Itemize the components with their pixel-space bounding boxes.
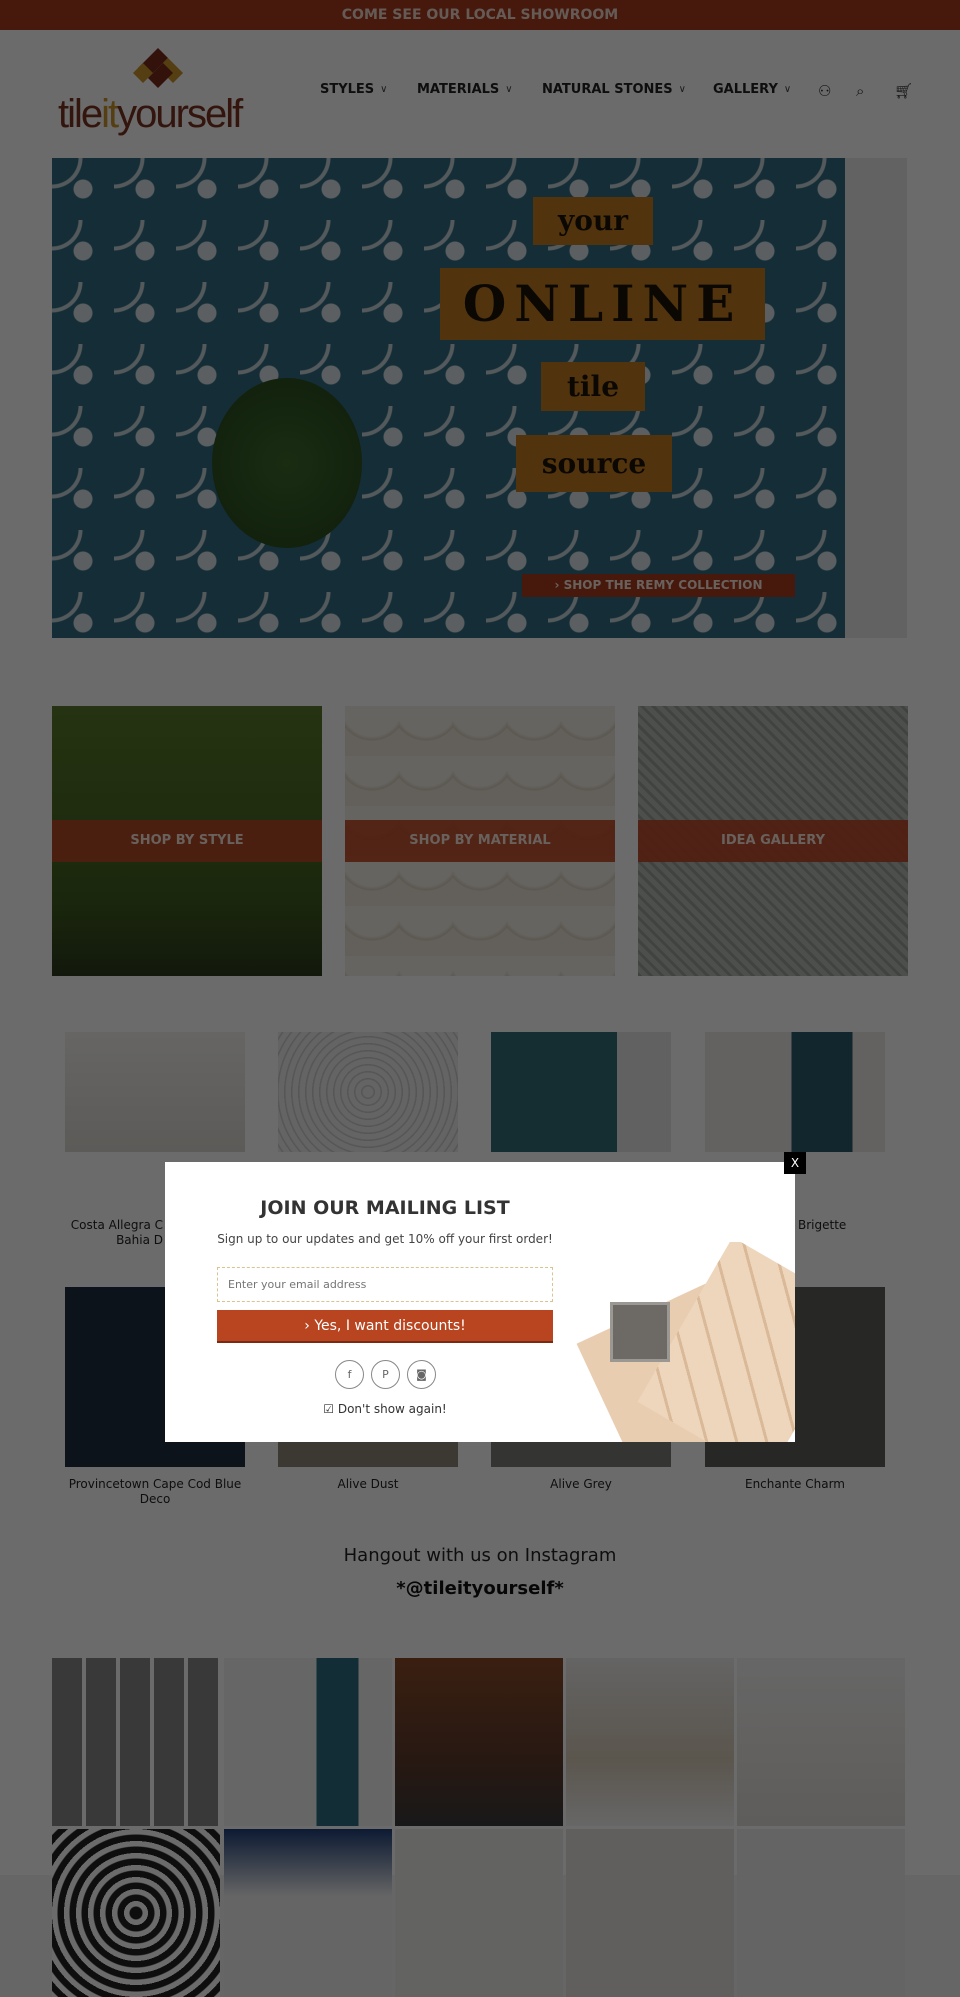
tile-label: IDEA GALLERY [638,820,908,862]
product-card[interactable] [491,1032,671,1152]
tile-idea-gallery[interactable]: IDEA GALLERY [638,706,908,976]
logo[interactable]: tileityourself [58,48,278,138]
logo-mark-icon [133,48,183,88]
instagram-post[interactable] [52,1829,220,1997]
product-name: Costa Allegra C Bahia D [70,1218,163,1247]
product-name: Brigette [798,1218,847,1232]
instagram-post[interactable] [52,1658,220,1826]
instagram-post[interactable] [737,1658,905,1826]
hero-word: tile [541,362,645,411]
shop-remy-collection-button[interactable]: › SHOP THE REMY COLLECTION [522,574,795,597]
hero-banner[interactable]: your ONLINE tile source [52,158,907,638]
facebook-icon[interactable]: f [335,1360,364,1389]
product-image [491,1032,671,1152]
close-icon[interactable]: X [784,1152,806,1174]
instagram-post[interactable] [395,1658,563,1826]
nav-styles[interactable]: STYLES ∨ [320,82,388,97]
product-image [65,1032,245,1152]
product-name: Alive Grey [550,1477,612,1491]
product-card[interactable] [65,1032,245,1152]
product-image [278,1032,458,1152]
logo-text: tileityourself [58,92,243,136]
hero-plant-image [212,378,362,548]
product-image [705,1032,885,1152]
hero-word: your [533,197,653,245]
announcement-bar[interactable]: COME SEE OUR LOCAL SHOWROOM [0,0,960,30]
product-card[interactable] [705,1032,885,1152]
instagram-post[interactable] [566,1829,734,1997]
tile-label: SHOP BY STYLE [52,820,322,862]
nav-materials[interactable]: MATERIALS ∨ [417,82,513,97]
hero-word: source [516,435,672,492]
instagram-handle[interactable]: *@tileityourself* [0,1578,960,1599]
pinterest-icon[interactable]: P [371,1360,400,1389]
popup-title: JOIN OUR MAILING LIST [260,1197,510,1219]
dont-show-again[interactable]: ☑ Don't show again! [165,1402,605,1416]
checkbox[interactable]: ☑ [323,1402,334,1416]
account-icon[interactable]: ⚇ [818,82,831,100]
popup-subtitle: Sign up to our updates and get 10% off y… [217,1232,553,1246]
page-dimmed-behind-modal[interactable]: COME SEE OUR LOCAL SHOWROOM tileityourse… [0,0,960,1997]
search-icon[interactable]: ⌕ [856,82,864,100]
product-name: Provincetown Cape Cod Blue Deco [68,1477,242,1506]
product-name: Alive Dust [337,1477,399,1491]
instagram-post[interactable] [395,1829,563,1997]
tile-label: SHOP BY MATERIAL [345,820,615,862]
mailing-list-popup: JOIN OUR MAILING LIST Sign up to our upd… [165,1162,795,1442]
instagram-title: Hangout with us on Instagram [343,1545,617,1566]
hero-word: ONLINE [440,268,765,340]
tile-shop-by-style[interactable]: SHOP BY STYLE [52,706,322,976]
subscribe-button[interactable]: › Yes, I want discounts! [217,1310,553,1343]
email-input[interactable] [217,1267,553,1302]
instagram-post[interactable] [737,1829,905,1997]
nav-gallery[interactable]: GALLERY ∨ [713,82,791,97]
cart-icon[interactable]: 🛒︎ [894,82,913,100]
product-card[interactable] [278,1032,458,1152]
instagram-icon[interactable]: ◙ [407,1360,436,1389]
chevron-down-icon: ∨ [505,84,513,95]
instagram-post[interactable] [566,1658,734,1826]
chevron-down-icon: ∨ [783,84,792,95]
instagram-post[interactable] [224,1829,392,1997]
tile-shop-by-material[interactable]: SHOP BY MATERIAL [345,706,615,976]
hero-image [52,158,845,638]
nav-natural-stones[interactable]: NATURAL STONES ∨ [542,82,686,97]
chevron-down-icon: ∨ [678,84,686,95]
chevron-down-icon: ∨ [380,84,388,95]
product-name: Enchante Charm [744,1477,845,1491]
instagram-post[interactable] [224,1658,392,1826]
